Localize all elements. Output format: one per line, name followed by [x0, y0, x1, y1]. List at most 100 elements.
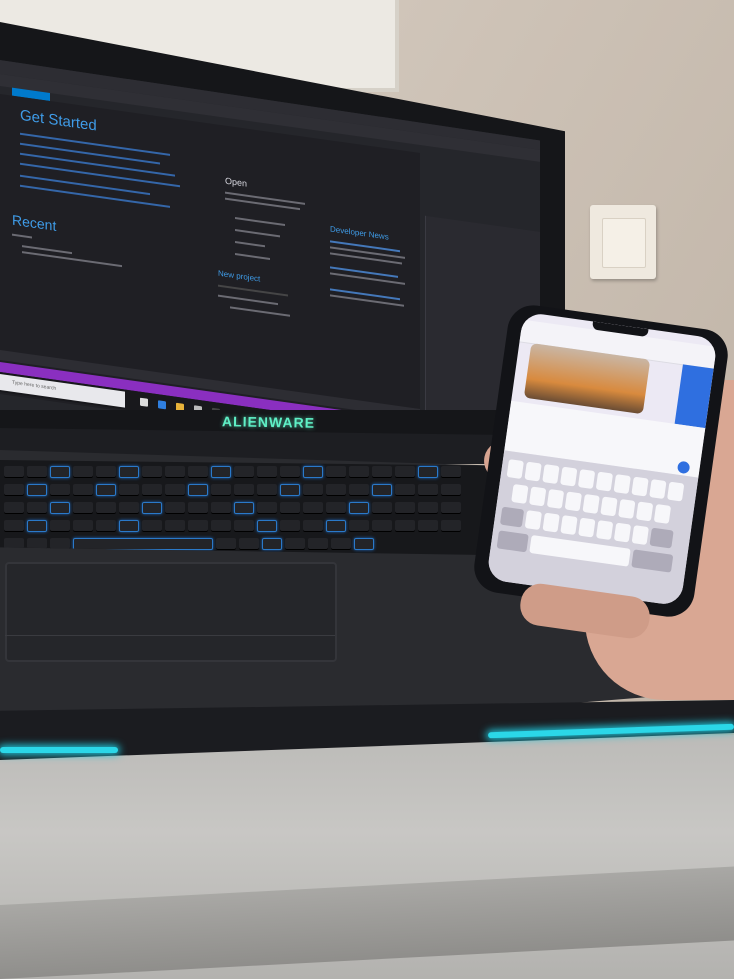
- key[interactable]: [418, 484, 438, 496]
- task-view-icon[interactable]: [140, 397, 148, 407]
- key[interactable]: [4, 466, 24, 478]
- key[interactable]: [119, 520, 139, 532]
- key[interactable]: [234, 520, 254, 532]
- key[interactable]: [395, 466, 415, 478]
- key[interactable]: [211, 502, 231, 514]
- spacebar-key[interactable]: [73, 538, 213, 550]
- key[interactable]: [578, 517, 596, 538]
- key[interactable]: [285, 538, 305, 550]
- key[interactable]: [308, 538, 328, 550]
- key[interactable]: [142, 520, 162, 532]
- key[interactable]: [188, 466, 208, 478]
- on-screen-keyboard[interactable]: [486, 450, 699, 607]
- key[interactable]: [303, 520, 323, 532]
- key[interactable]: [372, 484, 392, 496]
- key[interactable]: [27, 466, 47, 478]
- key[interactable]: [560, 466, 578, 487]
- key[interactable]: [418, 520, 438, 532]
- key[interactable]: [600, 496, 618, 517]
- key[interactable]: [257, 502, 277, 514]
- key[interactable]: [595, 520, 614, 541]
- key[interactable]: [73, 502, 93, 514]
- key[interactable]: [618, 498, 636, 519]
- key[interactable]: [441, 520, 461, 532]
- key[interactable]: [560, 515, 578, 536]
- key[interactable]: [4, 484, 24, 496]
- key[interactable]: [372, 466, 392, 478]
- keyboard[interactable]: [0, 460, 500, 555]
- key[interactable]: [4, 502, 24, 514]
- key[interactable]: [418, 502, 438, 514]
- key[interactable]: [188, 520, 208, 532]
- key[interactable]: [649, 479, 667, 500]
- key[interactable]: [653, 503, 672, 524]
- key[interactable]: [326, 502, 346, 514]
- edge-icon[interactable]: [158, 400, 166, 410]
- key[interactable]: [395, 484, 415, 496]
- key[interactable]: [234, 484, 254, 496]
- key[interactable]: [119, 466, 139, 478]
- key[interactable]: [234, 502, 254, 514]
- key[interactable]: [280, 466, 300, 478]
- key[interactable]: [211, 484, 231, 496]
- key[interactable]: [524, 510, 543, 530]
- key[interactable]: [441, 484, 461, 496]
- key[interactable]: [27, 520, 47, 532]
- key[interactable]: [96, 466, 116, 478]
- key[interactable]: [280, 520, 300, 532]
- key[interactable]: [564, 491, 582, 512]
- key[interactable]: [613, 522, 632, 543]
- key[interactable]: [395, 520, 415, 532]
- key[interactable]: [165, 484, 185, 496]
- store-icon[interactable]: [194, 405, 202, 410]
- key[interactable]: [142, 502, 162, 514]
- key[interactable]: [27, 502, 47, 514]
- key[interactable]: [542, 512, 560, 533]
- key[interactable]: [613, 474, 631, 495]
- key[interactable]: [142, 466, 162, 478]
- key[interactable]: [257, 484, 277, 496]
- key[interactable]: [280, 502, 300, 514]
- key[interactable]: [303, 484, 323, 496]
- key[interactable]: [119, 502, 139, 514]
- key[interactable]: [262, 538, 282, 550]
- key[interactable]: [303, 502, 323, 514]
- key[interactable]: [165, 502, 185, 514]
- key[interactable]: [542, 464, 560, 484]
- taskbar-app-icon[interactable]: [212, 407, 220, 410]
- key[interactable]: [418, 466, 438, 478]
- key[interactable]: [119, 484, 139, 496]
- key[interactable]: [211, 520, 231, 532]
- key[interactable]: [280, 484, 300, 496]
- key[interactable]: [354, 538, 374, 550]
- key[interactable]: [524, 461, 542, 482]
- key[interactable]: [667, 481, 685, 502]
- key[interactable]: [441, 502, 461, 514]
- key[interactable]: [577, 469, 596, 490]
- key[interactable]: [165, 520, 185, 532]
- key[interactable]: [73, 466, 93, 478]
- key[interactable]: [50, 502, 70, 514]
- key[interactable]: [96, 484, 116, 496]
- key[interactable]: [546, 488, 565, 509]
- key[interactable]: [635, 501, 654, 522]
- key[interactable]: [96, 502, 116, 514]
- key[interactable]: [372, 520, 392, 532]
- key[interactable]: [631, 476, 649, 497]
- key[interactable]: [50, 484, 70, 496]
- numbers-key[interactable]: [496, 530, 529, 553]
- key[interactable]: [506, 459, 524, 479]
- key[interactable]: [50, 520, 70, 532]
- key[interactable]: [216, 538, 236, 550]
- key[interactable]: [326, 484, 346, 496]
- key[interactable]: [349, 484, 369, 496]
- key[interactable]: [257, 466, 277, 478]
- key[interactable]: [511, 483, 529, 504]
- key[interactable]: [326, 466, 346, 478]
- key[interactable]: [331, 538, 351, 550]
- key[interactable]: [142, 484, 162, 496]
- key[interactable]: [165, 466, 185, 478]
- key[interactable]: [349, 466, 369, 478]
- touchpad[interactable]: [5, 562, 337, 662]
- key[interactable]: [349, 502, 369, 514]
